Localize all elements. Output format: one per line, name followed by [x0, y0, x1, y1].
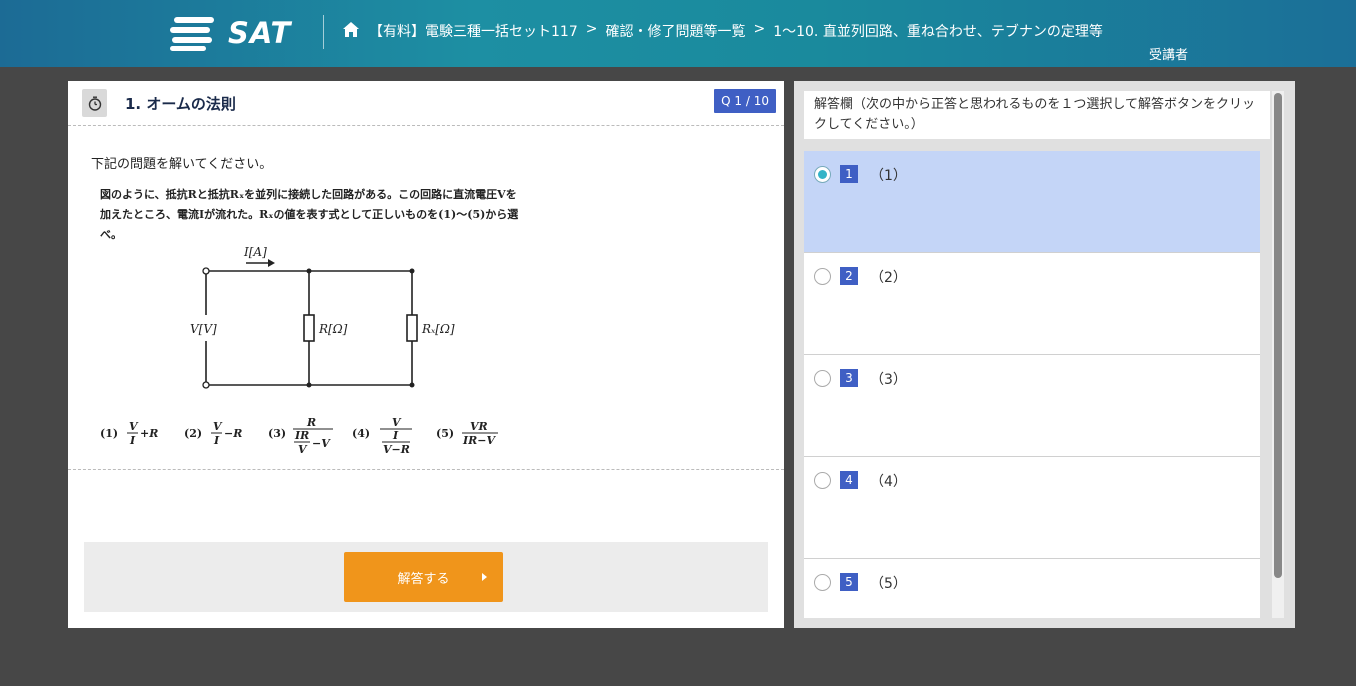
question-instruction: 下記の問題を解いてください。: [91, 157, 273, 172]
choice-denominator: I: [129, 434, 136, 447]
circuit-diagram: I[A] V[V] R[Ω] Rₓ[Ω]: [190, 245, 455, 389]
breadcrumb: 【有料】電験三種一括セット117 > 確認・修了問題等一覧 > 1〜10. 直並…: [369, 21, 1103, 41]
timer-button[interactable]: [82, 89, 107, 117]
sat-logo[interactable]: SAT: [170, 14, 295, 52]
choice-sub-numerator: IR: [294, 429, 309, 442]
answer-bar: 解答する: [84, 542, 768, 612]
submit-answer-button[interactable]: 解答する: [344, 552, 503, 602]
breadcrumb-item-list[interactable]: 確認・修了問題等一覧: [605, 21, 745, 41]
question-counter-badge: Q 1 / 10: [714, 89, 776, 113]
answer-panel: 解答欄（次の中から正答と思われるものを１つ選択して解答ボタンをクリックしてくださ…: [794, 81, 1295, 628]
breadcrumb-item-course[interactable]: 【有料】電験三種一括セット117: [369, 21, 578, 41]
choice-number: (1): [100, 427, 118, 440]
option-number-badge: 3: [840, 369, 858, 387]
choice-term: +R: [140, 427, 158, 440]
question-divider: [68, 469, 784, 470]
top-header: SAT 【有料】電験三種一括セット117 > 確認・修了問題等一覧 > 1〜10…: [0, 0, 1356, 67]
choice-numerator: VR: [470, 420, 488, 433]
choice-term: −V: [312, 437, 331, 450]
answer-option-4[interactable]: 4 （4）: [804, 457, 1260, 559]
logo-text: SAT: [228, 16, 292, 50]
rx-label: Rₓ[Ω]: [421, 322, 455, 336]
answer-option-2[interactable]: 2 （2）: [804, 253, 1260, 355]
problem-statement: 図のように、抵抗Rと抵抗Rₓを並列に接続した回路がある。この回路に直流電圧Vを …: [100, 185, 530, 245]
choice-numerator: V: [392, 416, 402, 429]
question-panel: 1. オームの法則 Q 1 / 10 下記の問題を解いてください。 図のように、…: [68, 81, 784, 628]
choice-sub-denominator: V−R: [383, 443, 410, 456]
option-number-badge: 4: [840, 471, 858, 489]
answer-panel-header: 解答欄（次の中から正答と思われるものを１つ選択して解答ボタンをクリックしてくださ…: [804, 91, 1270, 139]
question-title: 1. オームの法則: [125, 95, 236, 113]
choice-numerator: V: [129, 420, 139, 433]
scrollbar-thumb[interactable]: [1274, 93, 1282, 578]
choice-numerator: R: [306, 416, 316, 429]
current-label: I[A]: [243, 245, 267, 259]
choice-number: (5): [436, 427, 454, 440]
timer-icon: [88, 96, 101, 111]
option-number-badge: 2: [840, 267, 858, 285]
breadcrumb-separator: >: [753, 21, 766, 37]
logo-lines-icon: [170, 15, 214, 51]
choice-number: (3): [268, 427, 286, 440]
option-label: （5）: [870, 576, 907, 592]
option-label: （1）: [870, 168, 907, 184]
option-number-badge: 1: [840, 165, 858, 183]
breadcrumb-item-current: 1〜10. 直並列回路、重ね合わせ、テブナンの定理等: [773, 24, 1103, 40]
answer-choices-formulas: (1) V I +R (2) V I −R (3) R IR V −V (4) …: [100, 416, 498, 456]
choice-sub-numerator: I: [392, 429, 399, 442]
option-label: （4）: [870, 474, 907, 490]
radio-button[interactable]: [814, 472, 831, 489]
option-label: （3）: [870, 372, 907, 388]
answer-option-3[interactable]: 3 （3）: [804, 355, 1260, 457]
radio-button[interactable]: [814, 574, 831, 591]
choice-number: (4): [352, 427, 370, 440]
answer-option-5[interactable]: 5 （5）: [804, 559, 1260, 618]
choice-sub-denominator: V: [298, 443, 308, 456]
question-header: 1. オームの法則 Q 1 / 10: [68, 81, 784, 126]
radio-button[interactable]: [814, 166, 831, 183]
option-number-badge: 5: [840, 573, 858, 591]
breadcrumb-separator: >: [585, 21, 598, 37]
play-arrow-icon: [482, 573, 487, 581]
choice-denominator: I: [213, 434, 220, 447]
choice-term: −R: [224, 427, 242, 440]
choice-number: (2): [184, 427, 202, 440]
submit-answer-label: 解答する: [397, 571, 450, 587]
radio-button[interactable]: [814, 268, 831, 285]
voltage-label: V[V]: [190, 322, 217, 336]
choice-numerator: V: [213, 420, 223, 433]
answer-option-1[interactable]: 1 （1）: [804, 151, 1260, 253]
scrollbar[interactable]: [1272, 91, 1284, 618]
radio-button[interactable]: [814, 370, 831, 387]
header-divider: [323, 15, 324, 49]
problem-line: 加えたところ、電流Iが流れた。Rₓの値を表す式として正しいものを(1)〜(5)か…: [100, 208, 519, 221]
home-icon[interactable]: [342, 21, 360, 39]
r-label: R[Ω]: [318, 322, 348, 336]
option-label: （2）: [870, 270, 907, 286]
user-role-label[interactable]: 受講者: [1149, 44, 1188, 63]
answer-options-list[interactable]: 1 （1） 2 （2） 3 （3） 4 （4） 5 （5）: [804, 151, 1260, 618]
choice-denominator: IR−V: [462, 434, 497, 447]
problem-line: 図のように、抵抗Rと抵抗Rₓを並列に接続した回路がある。この回路に直流電圧Vを: [100, 188, 517, 201]
